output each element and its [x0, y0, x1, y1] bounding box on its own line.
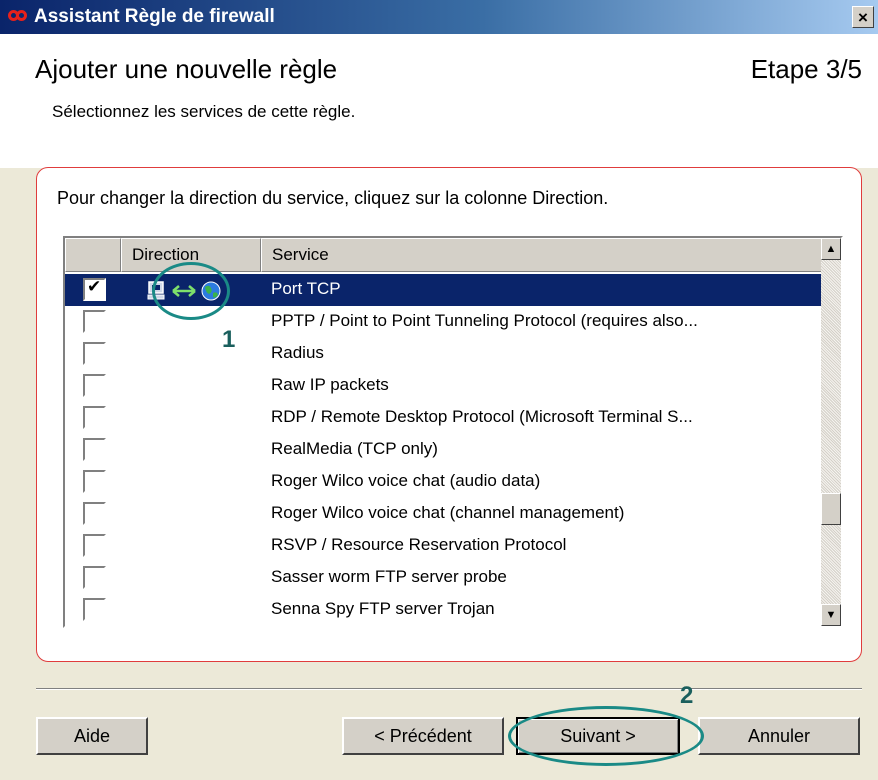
previous-button[interactable]: < Précédent: [342, 717, 504, 755]
service-checkbox[interactable]: [83, 342, 106, 365]
help-button-label: Aide: [73, 725, 111, 746]
column-service-label: Service: [272, 245, 329, 264]
list-item[interactable]: Raw IP packets: [65, 370, 821, 402]
service-checkbox[interactable]: [83, 566, 106, 589]
service-checkbox[interactable]: [83, 470, 106, 493]
scroll-up-button[interactable]: ▲: [821, 238, 841, 260]
service-checkbox[interactable]: [83, 310, 106, 333]
vertical-scrollbar[interactable]: ▲ ▼: [821, 238, 841, 626]
page-title: Ajouter une nouvelle règle: [35, 54, 338, 84]
help-button[interactable]: Aide: [36, 717, 148, 755]
direction-cell[interactable]: [147, 440, 237, 462]
annotation-circle-next: [508, 706, 704, 766]
service-label: PPTP / Point to Point Tunneling Protocol…: [271, 311, 698, 330]
close-icon: ×: [858, 7, 868, 27]
scroll-down-button[interactable]: ▼: [821, 604, 841, 626]
checkmark-icon: ✔: [87, 277, 102, 296]
service-label: Senna Spy FTP server Trojan: [271, 599, 495, 618]
close-button[interactable]: ×: [852, 6, 874, 28]
list-item[interactable]: Sasser worm FTP server probe: [65, 562, 821, 594]
wizard-window: Assistant Règle de firewall × Ajouter un…: [0, 0, 878, 780]
direction-cell[interactable]: [147, 408, 237, 430]
service-label: RDP / Remote Desktop Protocol (Microsoft…: [271, 407, 693, 426]
direction-cell[interactable]: [147, 536, 237, 558]
direction-cell[interactable]: [147, 600, 237, 622]
service-checkbox[interactable]: [83, 406, 106, 429]
column-checkbox[interactable]: [65, 238, 121, 272]
service-checkbox[interactable]: [83, 598, 106, 621]
service-label: Radius: [271, 343, 324, 362]
annotation-circle-direction: [152, 262, 230, 320]
list-item[interactable]: RSVP / Resource Reservation Protocol: [65, 530, 821, 562]
direction-cell[interactable]: [147, 568, 237, 590]
service-label: Roger Wilco voice chat (channel manageme…: [271, 503, 625, 522]
annotation-number-2: 2: [680, 682, 694, 709]
service-checkbox[interactable]: [83, 534, 106, 557]
list-item[interactable]: RDP / Remote Desktop Protocol (Microsoft…: [65, 402, 821, 434]
service-label: Sasser worm FTP server probe: [271, 567, 507, 586]
service-label: Raw IP packets: [271, 375, 389, 394]
column-service[interactable]: Service: [261, 238, 821, 272]
app-logo-icon: [8, 7, 28, 27]
service-checkbox[interactable]: ✔: [83, 277, 106, 301]
instruction-text: Pour changer la direction du service, cl…: [57, 188, 609, 208]
direction-cell[interactable]: [147, 376, 237, 398]
service-checkbox[interactable]: [83, 502, 106, 525]
previous-button-label: < Précédent: [374, 725, 472, 746]
service-label: RealMedia (TCP only): [271, 439, 438, 458]
window-title: Assistant Règle de firewall: [34, 6, 275, 27]
step-indicator: Etape 3/5: [750, 54, 862, 84]
arrow-down-icon: ▼: [825, 609, 837, 621]
cancel-button-label: Annuler: [747, 725, 811, 746]
direction-cell[interactable]: [147, 472, 237, 494]
content-panel: Pour changer la direction du service, cl…: [36, 167, 862, 662]
list-item[interactable]: Roger Wilco voice chat (audio data): [65, 466, 821, 498]
cancel-button[interactable]: Annuler: [698, 717, 860, 755]
service-checkbox[interactable]: [83, 438, 106, 461]
direction-cell[interactable]: [147, 504, 237, 526]
list-item[interactable]: Roger Wilco voice chat (channel manageme…: [65, 498, 821, 530]
annotation-number-1: 1: [222, 326, 236, 353]
service-label: Port TCP: [271, 279, 341, 298]
title-bar[interactable]: Assistant Règle de firewall ×: [0, 0, 878, 34]
service-checkbox[interactable]: [83, 374, 106, 397]
arrow-up-icon: ▲: [825, 243, 837, 255]
list-item[interactable]: Senna Spy FTP server Trojan: [65, 594, 821, 626]
service-label: RSVP / Resource Reservation Protocol: [271, 535, 567, 554]
list-item[interactable]: RealMedia (TCP only): [65, 434, 821, 466]
list-item[interactable]: Radius: [65, 338, 821, 370]
footer-divider: [36, 688, 862, 690]
scroll-thumb[interactable]: [821, 493, 841, 525]
page-subtitle: Sélectionnez les services de cette règle…: [52, 102, 356, 121]
service-label: Roger Wilco voice chat (audio data): [271, 471, 541, 490]
